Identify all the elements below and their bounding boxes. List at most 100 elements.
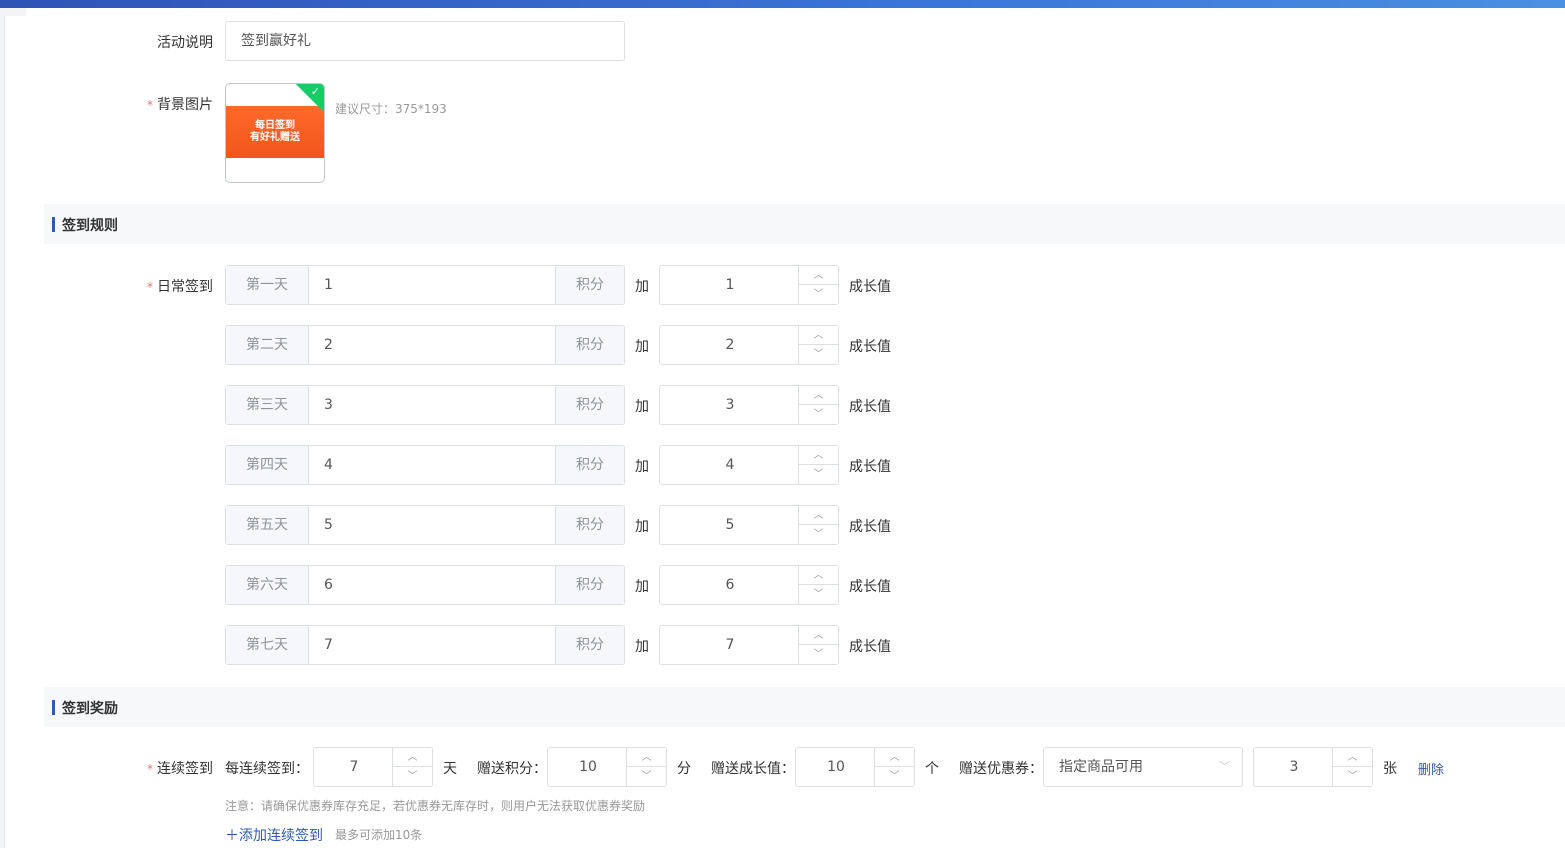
growth-unit-label: 成长值 [849,399,891,415]
coupon-select-value: 指定商品可用 [1059,759,1143,775]
day-label: 第五天 [226,506,309,544]
daily-growth-stepper[interactable]: 5 ︿ ﹀ [659,505,839,545]
banner-line-2: 有好礼赠送 [250,132,300,143]
daily-points-input-group[interactable]: 第七天 7 积分 [225,625,625,665]
chevron-down-icon[interactable]: ﹀ [393,767,432,786]
daily-points-value[interactable]: 3 [324,386,333,424]
coupon-count-stepper[interactable]: 3 ︿ ﹀ [1253,747,1373,787]
points-unit: 分 [677,761,691,777]
chevron-up-icon[interactable]: ︿ [627,748,666,767]
delete-link[interactable]: 删除 [1418,759,1444,778]
chevron-down-icon[interactable]: ﹀ [627,767,666,786]
add-consecutive-button[interactable]: ＋添加连续签到 [225,825,323,845]
chevron-down-icon[interactable]: ﹀ [875,767,914,786]
required-mark: * [147,762,153,776]
section-bar [52,217,55,232]
section-rules: 签到规则 [44,204,1565,244]
required-mark: * [147,280,153,294]
daily-points-input-group[interactable]: 第三天 3 积分 [225,385,625,425]
daily-points-value[interactable]: 4 [324,446,333,484]
daily-signin-label-text: 日常签到 [157,279,213,295]
chevron-down-icon[interactable]: ﹀ [799,465,838,484]
add-consecutive-label: 添加连续签到 [239,828,323,844]
description-input[interactable]: 签到赢好礼 [225,21,625,61]
chevron-up-icon[interactable]: ︿ [799,446,838,465]
chevron-down-icon[interactable]: ﹀ [799,285,838,304]
every-days-stepper[interactable]: 7 ︿ ﹀ [313,747,433,787]
bg-image-uploader[interactable]: 每日签到 有好礼赠送 ✓ [225,83,325,183]
chevron-up-icon[interactable]: ︿ [799,506,838,525]
gift-points-stepper[interactable]: 10 ︿ ﹀ [547,747,667,787]
chevron-up-icon[interactable]: ︿ [799,566,838,585]
daily-points-value[interactable]: 6 [324,566,333,604]
points-unit-label: 积分 [555,566,624,604]
coupon-note: 注意：请确保优惠券库存充足，若优惠券无库存时，则用户无法获取优惠券奖励 [225,799,646,813]
chevron-down-icon[interactable]: ﹀ [799,645,838,664]
daily-growth-value[interactable]: 1 [660,266,800,304]
day-label: 第六天 [226,566,309,604]
plus-text: 加 [635,279,649,295]
every-days-value[interactable]: 7 [314,748,394,786]
chevron-down-icon[interactable]: ﹀ [799,345,838,364]
plus-text: 加 [635,519,649,535]
growth-unit-label: 成长值 [849,279,891,295]
section-bar [52,700,55,715]
day-label: 第二天 [226,326,309,364]
daily-growth-stepper[interactable]: 7 ︿ ﹀ [659,625,839,665]
chevron-up-icon[interactable]: ︿ [799,626,838,645]
coupon-count-value[interactable]: 3 [1254,748,1334,786]
section-rules-title: 签到规则 [62,218,118,234]
top-accent-bar [0,0,1565,8]
daily-growth-value[interactable]: 7 [660,626,800,664]
daily-points-input-group[interactable]: 第一天 1 积分 [225,265,625,305]
coupon-select[interactable]: 指定商品可用 ﹀ [1043,747,1243,787]
daily-points-input-group[interactable]: 第六天 6 积分 [225,565,625,605]
points-unit-label: 积分 [555,266,624,304]
daily-growth-stepper[interactable]: 1 ︿ ﹀ [659,265,839,305]
daily-points-value[interactable]: 2 [324,326,333,364]
daily-points-input-group[interactable]: 第五天 5 积分 [225,505,625,545]
growth-unit-label: 成长值 [849,459,891,475]
chevron-up-icon[interactable]: ︿ [799,386,838,405]
chevron-down-icon[interactable]: ﹀ [799,405,838,424]
day-unit: 天 [443,761,457,777]
daily-growth-value[interactable]: 6 [660,566,800,604]
daily-growth-value[interactable]: 2 [660,326,800,364]
gift-growth-label: 赠送成长值： [711,761,795,777]
check-icon: ✓ [310,85,320,98]
consecutive-label-text: 连续签到 [157,761,213,777]
daily-growth-stepper[interactable]: 4 ︿ ﹀ [659,445,839,485]
bg-image-label: * 背景图片 [130,94,213,114]
section-rewards-title: 签到奖励 [62,701,118,717]
daily-points-value[interactable]: 1 [324,266,333,304]
chevron-down-icon: ﹀ [1219,760,1230,773]
section-rewards: 签到奖励 [44,687,1565,727]
growth-unit-label: 成长值 [849,639,891,655]
plus-text: 加 [635,459,649,475]
chevron-down-icon[interactable]: ﹀ [799,525,838,544]
gift-growth-stepper[interactable]: 10 ︿ ﹀ [795,747,915,787]
daily-growth-stepper[interactable]: 3 ︿ ﹀ [659,385,839,425]
consecutive-label: * 连续签到 [130,758,213,778]
daily-growth-value[interactable]: 5 [660,506,800,544]
daily-growth-stepper[interactable]: 2 ︿ ﹀ [659,325,839,365]
chevron-down-icon[interactable]: ﹀ [1333,767,1372,786]
daily-points-input-group[interactable]: 第二天 2 积分 [225,325,625,365]
chevron-down-icon[interactable]: ﹀ [799,585,838,604]
chevron-up-icon[interactable]: ︿ [1333,748,1372,767]
growth-unit-label: 成长值 [849,519,891,535]
gift-points-value[interactable]: 10 [548,748,628,786]
chevron-up-icon[interactable]: ︿ [875,748,914,767]
gift-growth-value[interactable]: 10 [796,748,876,786]
daily-points-value[interactable]: 5 [324,506,333,544]
chevron-up-icon[interactable]: ︿ [799,326,838,345]
chevron-up-icon[interactable]: ︿ [799,266,838,285]
chevron-up-icon[interactable]: ︿ [393,748,432,767]
daily-growth-value[interactable]: 3 [660,386,800,424]
daily-growth-value[interactable]: 4 [660,446,800,484]
growth-unit-label: 成长值 [849,339,891,355]
daily-points-input-group[interactable]: 第四天 4 积分 [225,445,625,485]
daily-growth-stepper[interactable]: 6 ︿ ﹀ [659,565,839,605]
daily-points-value[interactable]: 7 [324,626,333,664]
gift-coupon-label: 赠送优惠券： [959,761,1043,777]
